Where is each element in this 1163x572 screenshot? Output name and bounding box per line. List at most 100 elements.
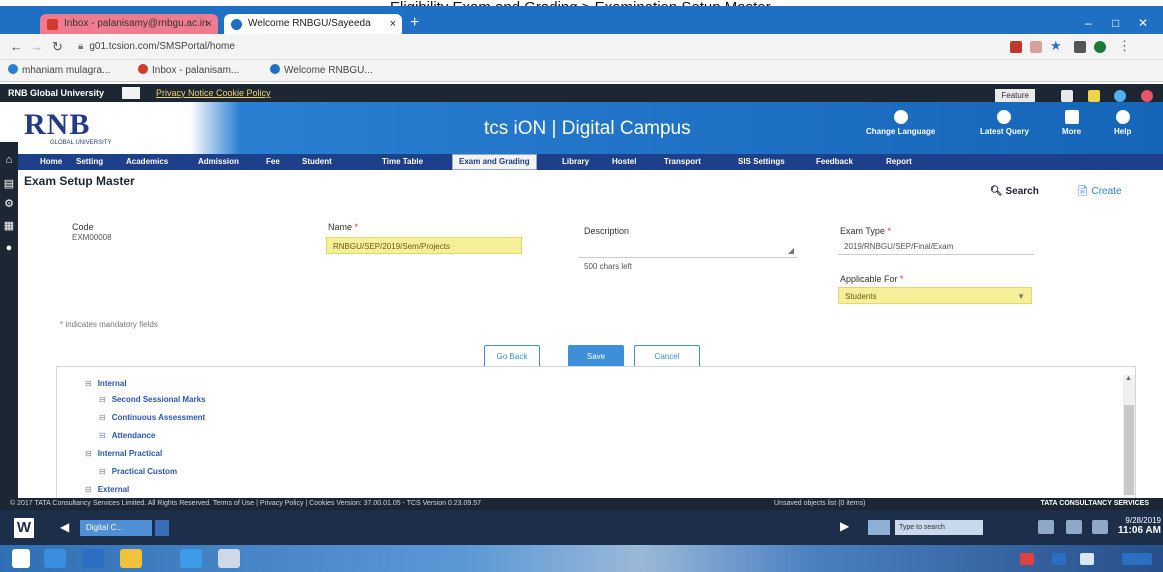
unsaved-objects[interactable]: Unsaved objects list (0 items): [774, 498, 865, 510]
reload-icon[interactable]: ↻: [52, 39, 63, 55]
close-icon[interactable]: ×: [390, 14, 396, 34]
tree-scrollbar[interactable]: ▲: [1123, 375, 1135, 500]
search-icon[interactable]: [868, 520, 890, 535]
grid-icon[interactable]: ▦: [3, 220, 15, 232]
name-label: Name *: [328, 222, 359, 232]
description-field[interactable]: ◢: [578, 238, 798, 258]
back-icon[interactable]: ←: [10, 39, 23, 54]
browser-tab-strip: Inbox - palanisamy@rnbgu.ac.in × Welcome…: [0, 6, 1163, 34]
extension-icon[interactable]: [1010, 41, 1022, 53]
menu-fee[interactable]: Fee: [266, 154, 280, 170]
tray-icon[interactable]: [1080, 553, 1094, 565]
address-bar: ← → ↻ 🔒︎ g01.tcsion.com/SMSPortal/home ★ …: [0, 34, 1163, 60]
menu-feedback[interactable]: Feedback: [816, 154, 853, 170]
latest-query-button[interactable]: Latest Query: [980, 110, 1029, 136]
save-button[interactable]: Save: [568, 345, 624, 368]
tree-node[interactable]: ⊟ Internal Practical: [85, 449, 162, 458]
flag-icon[interactable]: [122, 87, 140, 99]
people-icon[interactable]: [1038, 520, 1054, 534]
word-icon[interactable]: W: [14, 518, 34, 538]
menu-exam-and-grading[interactable]: Exam and Grading: [452, 154, 537, 170]
cancel-button[interactable]: Cancel: [634, 345, 700, 368]
more-button[interactable]: More: [1062, 110, 1081, 136]
tree-node[interactable]: ⊟ Practical Custom: [99, 467, 177, 476]
document-icon[interactable]: ▤: [3, 178, 15, 190]
url-field[interactable]: 🔒︎ g01.tcsion.com/SMSPortal/home: [78, 38, 938, 56]
tree-node[interactable]: ⊟ Attendance: [99, 431, 155, 440]
menu-admission[interactable]: Admission: [198, 154, 239, 170]
play-icon[interactable]: ▶: [840, 519, 849, 533]
minimize-icon[interactable]: –: [1085, 16, 1092, 30]
menu-hostel[interactable]: Hostel: [612, 154, 636, 170]
change-language-button[interactable]: Change Language: [866, 110, 935, 136]
tree-node[interactable]: ⊟ Second Sessional Marks: [99, 395, 206, 404]
chevron-left-icon[interactable]: ◀: [60, 520, 69, 534]
search-input[interactable]: Type to search: [895, 520, 983, 535]
tray-icon[interactable]: [1052, 553, 1066, 565]
menu-transport[interactable]: Transport: [664, 154, 701, 170]
print-icon[interactable]: [1061, 89, 1074, 102]
exam-type-field[interactable]: 2019/RNBGU/SEP/Final/Exam: [838, 238, 1034, 255]
search-button[interactable]: 🔍︎ Search: [990, 186, 1039, 197]
tray-icon[interactable]: [1020, 553, 1034, 565]
forward-icon[interactable]: →: [30, 39, 43, 54]
star-icon[interactable]: ★: [1050, 38, 1062, 54]
word-icon[interactable]: [218, 549, 240, 568]
menu-setting[interactable]: Setting: [76, 154, 103, 170]
menu-time-table[interactable]: Time Table: [382, 154, 423, 170]
new-tab-button[interactable]: +: [410, 15, 419, 31]
tab-inbox[interactable]: Inbox - palanisamy@rnbgu.ac.in ×: [40, 14, 218, 34]
privacy-links[interactable]: Privacy Notice Cookie Policy: [156, 84, 271, 102]
create-button[interactable]: 📄︎ Create: [1076, 186, 1122, 197]
tab-welcome[interactable]: Welcome RNBGU/Sayeeda ×: [224, 14, 402, 34]
folder-icon[interactable]: [120, 549, 142, 568]
settings-icon[interactable]: ⚙: [3, 198, 15, 210]
go-back-button[interactable]: Go Back: [484, 345, 540, 368]
scroll-thumb[interactable]: [1124, 405, 1134, 495]
volume-icon[interactable]: [1092, 520, 1108, 534]
bookmark-item[interactable]: Inbox - palanisam...: [138, 64, 239, 76]
bookmark-item[interactable]: mhaniam mulagra...: [8, 64, 110, 76]
clock[interactable]: 9/28/2019 11:06 AM: [1118, 516, 1161, 536]
gmail-icon: [138, 64, 148, 74]
node-icon: ⊟: [99, 395, 106, 404]
globe-icon[interactable]: [1114, 89, 1127, 102]
name-field[interactable]: RNBGU/SEP/2019/Sem/Projects: [326, 237, 522, 254]
menu-dots-icon[interactable]: ⋮: [1118, 38, 1131, 54]
tree-node[interactable]: ⊟ Continuous Assessment: [99, 413, 205, 422]
menu-report[interactable]: Report: [886, 154, 912, 170]
profile-icon[interactable]: [1094, 41, 1106, 53]
user-icon[interactable]: ●: [3, 242, 15, 254]
tree-node[interactable]: ⊟ Internal: [85, 379, 127, 388]
digital-campus-tab[interactable]: Digital C...: [80, 520, 152, 536]
app-icon[interactable]: [155, 520, 169, 536]
scroll-up-icon[interactable]: ▲: [1125, 375, 1132, 382]
menu-sis-settings[interactable]: SIS Settings: [738, 154, 785, 170]
applicable-for-select[interactable]: Students ▼: [838, 287, 1032, 304]
close-window-icon[interactable]: ✕: [1138, 16, 1148, 30]
notification-icon[interactable]: [1122, 553, 1152, 565]
bookmark-item[interactable]: Welcome RNBGU...: [270, 64, 373, 76]
cast-icon[interactable]: [1074, 41, 1086, 53]
maximize-icon[interactable]: □: [1112, 16, 1119, 30]
store-icon[interactable]: [82, 549, 104, 568]
close-icon[interactable]: ×: [206, 14, 212, 34]
tree-node[interactable]: ⊟ External: [85, 485, 129, 494]
pencil-icon[interactable]: [1087, 89, 1100, 102]
menu-student[interactable]: Student: [302, 154, 332, 170]
collapse-icon[interactable]: ⊟: [85, 379, 92, 388]
home-icon[interactable]: ⌂: [3, 154, 15, 166]
help-button[interactable]: Help: [1114, 110, 1131, 136]
chrome-icon[interactable]: [180, 549, 202, 568]
collapse-icon[interactable]: ⊟: [85, 485, 92, 494]
collapse-icon[interactable]: ⊟: [85, 449, 92, 458]
menu-academics[interactable]: Academics: [126, 154, 168, 170]
power-icon[interactable]: [1141, 89, 1153, 102]
network-icon[interactable]: [1066, 520, 1082, 534]
ie-icon[interactable]: [44, 549, 66, 568]
feature-select[interactable]: Feature: [995, 89, 1035, 102]
menu-library[interactable]: Library: [562, 154, 589, 170]
extension-icon[interactable]: [1030, 41, 1042, 53]
windows-start-icon[interactable]: [12, 549, 30, 568]
menu-home[interactable]: Home: [40, 154, 62, 170]
